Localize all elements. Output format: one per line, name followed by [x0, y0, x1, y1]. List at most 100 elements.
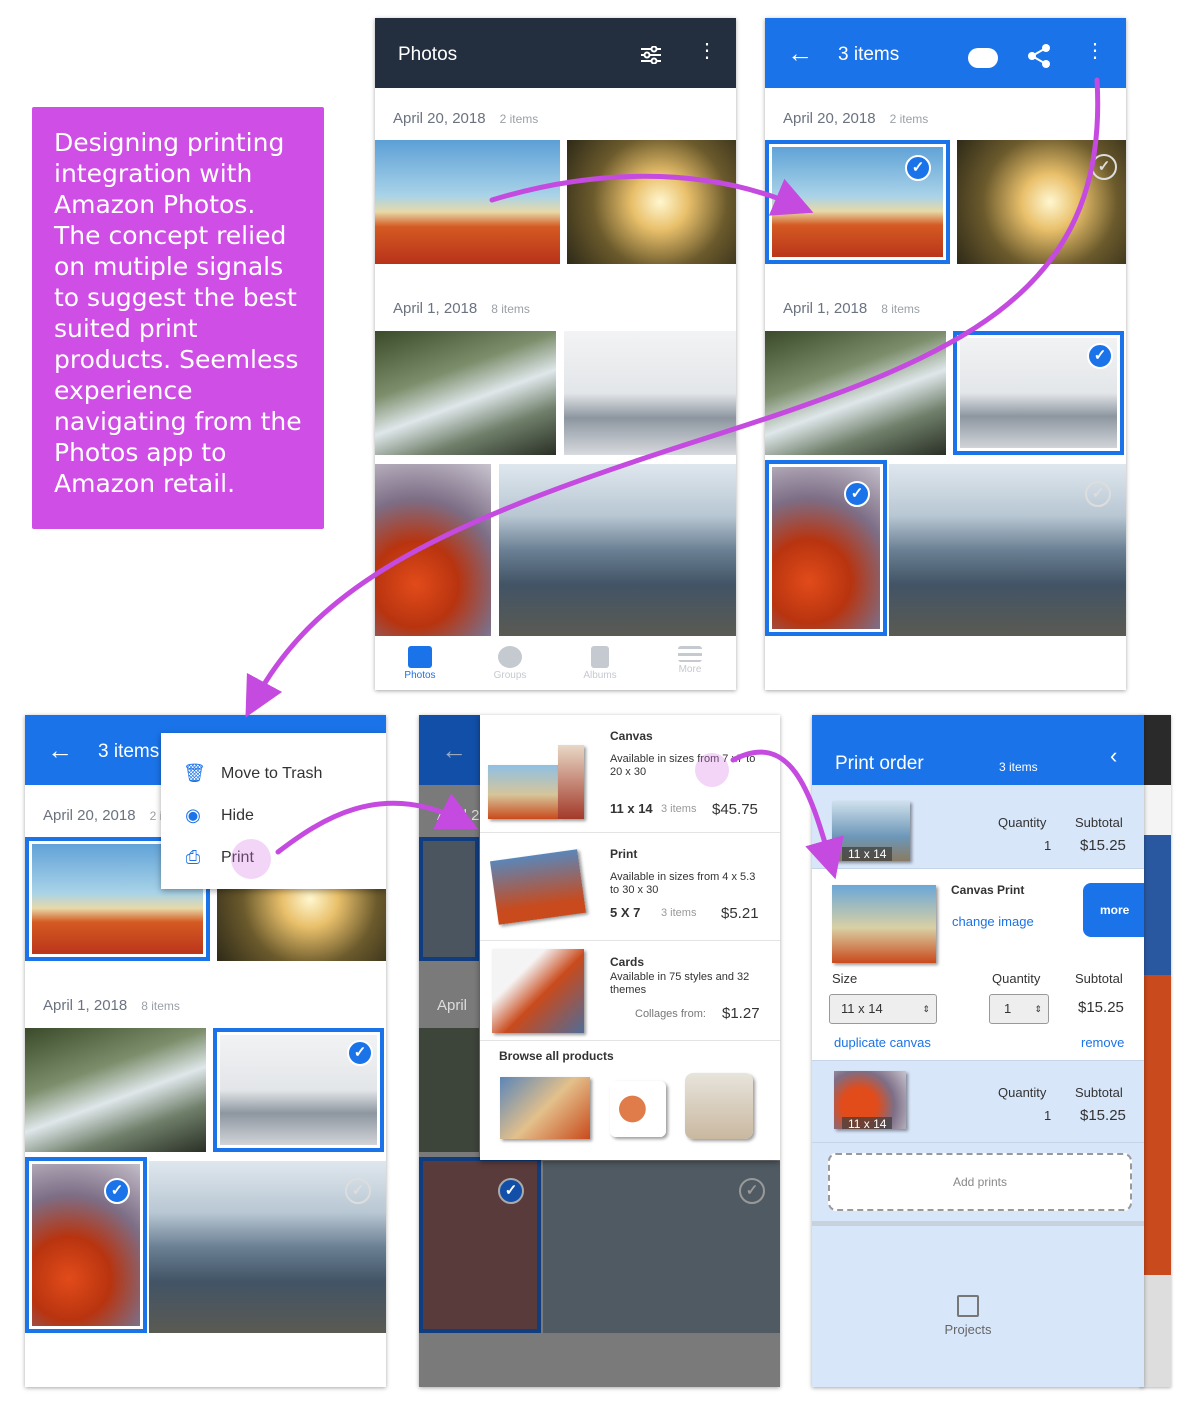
change-image-link[interactable]: change image: [952, 914, 1034, 929]
subtotal-label: Subtotal: [1075, 815, 1123, 830]
back-arrow-icon[interactable]: ←: [787, 38, 813, 69]
photo-waterfall[interactable]: [375, 331, 556, 455]
photo-marigold[interactable]: [375, 464, 491, 636]
nav-groups[interactable]: Groups: [465, 638, 555, 681]
product-size: 5 X 7: [610, 905, 641, 920]
product-canvas[interactable]: Canvas Available in sizes from 7 x7 to 2…: [480, 715, 780, 833]
nav-more[interactable]: More: [645, 638, 735, 675]
nav-albums[interactable]: Albums: [555, 638, 645, 681]
size-label: Size: [832, 971, 858, 986]
bottom-nav: Photos Groups Albums More: [375, 638, 736, 690]
filter-icon[interactable]: [641, 45, 661, 65]
photo-cliff-hikers[interactable]: ✓: [149, 1161, 386, 1333]
albums-icon: [591, 646, 609, 668]
caption-card: Designing printing integration with Amaz…: [32, 107, 324, 529]
more-button[interactable]: more: [1083, 883, 1144, 937]
menu-label: Move to Trash: [221, 765, 323, 782]
order-row-expanded: Canvas Print change image more Size 11 x…: [812, 869, 1144, 1061]
trash-icon: 🗑: [183, 763, 206, 783]
projects-label: Projects: [944, 1322, 992, 1337]
collapse-chevron-icon[interactable]: ‹: [1110, 743, 1117, 769]
photo-misty-mountain-selected[interactable]: ✓: [213, 1028, 384, 1152]
share-icon[interactable]: [1027, 44, 1051, 74]
subtotal-value: $15.25: [1078, 999, 1124, 1016]
overflow-menu-icon[interactable]: ⋮: [1085, 41, 1105, 61]
product-print[interactable]: Print Available in sizes from 4 x 5.3 to…: [480, 833, 780, 941]
product-title: Print: [610, 847, 638, 861]
nav-label: Groups: [493, 670, 527, 681]
group-date: April 1, 2018 8 items: [783, 300, 920, 317]
check-icon[interactable]: ✓: [844, 481, 870, 507]
quantity-select[interactable]: 1 ⇕: [989, 994, 1049, 1024]
caption-text: Designing printing integration with Amaz…: [54, 128, 302, 498]
duplicate-canvas-link[interactable]: duplicate canvas: [834, 1035, 931, 1050]
menu-item-print[interactable]: ⎙ Print: [161, 837, 386, 879]
subtotal-label: Subtotal: [1075, 971, 1123, 986]
remove-link[interactable]: remove: [1081, 1035, 1124, 1050]
canvas-thumbnail: [558, 745, 584, 819]
dimmed-photo: ✓: [543, 1161, 780, 1333]
mug-thumbnail[interactable]: [610, 1081, 666, 1137]
check-icon[interactable]: ✓: [345, 1178, 371, 1204]
product-size: 11 x 14: [610, 801, 653, 816]
check-icon: ✓: [739, 1178, 765, 1204]
product-cards[interactable]: Cards Available in 75 styles and 32 them…: [480, 941, 780, 1041]
size-tag: 11 x 14: [842, 1117, 893, 1129]
collage-from-label: Collages from:: [635, 1008, 706, 1020]
select-arrow-icon: ⇕: [922, 1004, 930, 1014]
nav-label: Albums: [583, 670, 617, 681]
group-date: April 1, 2018 8 items: [43, 997, 180, 1014]
group-date: April 1, 2018 8 items: [393, 300, 530, 317]
check-icon[interactable]: ✓: [1091, 154, 1117, 180]
printer-icon: ⎙: [185, 847, 201, 867]
selection-count: 3 items: [98, 741, 160, 762]
check-icon[interactable]: ✓: [905, 155, 931, 181]
overflow-menu-icon[interactable]: ⋮: [697, 41, 717, 61]
dimmed-date: April 2: [437, 807, 480, 824]
nav-label: More: [678, 664, 702, 675]
menu-item-move-to-trash[interactable]: 🗑 Move to Trash: [161, 753, 386, 795]
add-prints-label: Add prints: [952, 1175, 1008, 1189]
photo-marigold-selected[interactable]: ✓: [25, 1157, 147, 1333]
back-arrow-icon[interactable]: ←: [47, 735, 73, 766]
check-icon[interactable]: ✓: [347, 1040, 373, 1066]
size-select[interactable]: 11 x 14 ⇕: [829, 994, 937, 1024]
upload-cloud-icon[interactable]: [968, 48, 998, 68]
pillow-thumbnail[interactable]: [685, 1073, 753, 1139]
dimmed-date: April: [437, 997, 468, 1014]
nav-photos[interactable]: Photos: [375, 638, 465, 681]
photo-canyon[interactable]: [375, 140, 560, 264]
eye-off-icon: ◉: [185, 805, 201, 825]
product-screen: ← April 2 April ✓ ✓ Canvas Available in …: [419, 715, 780, 1387]
quantity-label: Quantity: [992, 971, 1041, 986]
photo-misty-mountain-selected[interactable]: ✓: [953, 331, 1124, 455]
print-order-screen: Print order 3 items ‹ 11 x 14 Quantity 1…: [812, 715, 1144, 1387]
edit-note-icon: [957, 1295, 979, 1317]
selection-screen: ← 3 items ⋮ April 20, 2018 2 items ✓ ✓ Ap…: [765, 18, 1126, 690]
photobook-thumbnail[interactable]: [500, 1077, 590, 1139]
print-thumbnail: [489, 849, 587, 925]
quantity-value: 1: [1044, 838, 1052, 853]
photo-waterfall[interactable]: [765, 331, 946, 455]
browse-all-products[interactable]: Browse all products: [480, 1041, 780, 1160]
projects-nav[interactable]: Projects: [932, 1295, 1004, 1339]
photo-cliff-hikers[interactable]: [499, 464, 736, 636]
order-row[interactable]: 11 x 14 Quantity 1 Subtotal $15.25: [812, 1061, 1144, 1143]
photo-waterfall[interactable]: [25, 1028, 206, 1152]
quantity-value: 1: [1004, 1001, 1012, 1016]
order-row[interactable]: 11 x 14 Quantity 1 Subtotal $15.25: [812, 785, 1144, 869]
product-count: 3 items: [661, 907, 697, 919]
photo-misty-mountain[interactable]: [564, 331, 736, 455]
menu-item-hide[interactable]: ◉ Hide: [161, 795, 386, 837]
order-thumbnail: 11 x 14: [834, 1071, 906, 1129]
photo-sunset-girl[interactable]: [567, 140, 736, 264]
photo-sunset-girl[interactable]: ✓: [957, 140, 1126, 264]
photo-canyon-selected[interactable]: ✓: [765, 140, 950, 264]
check-icon[interactable]: ✓: [1087, 343, 1113, 369]
photo-marigold-selected[interactable]: ✓: [765, 460, 887, 636]
check-icon[interactable]: ✓: [1085, 481, 1111, 507]
dimmed-photo: [419, 1028, 479, 1152]
check-icon[interactable]: ✓: [104, 1178, 130, 1204]
photo-cliff-hikers[interactable]: ✓: [889, 464, 1126, 636]
add-prints-button[interactable]: Add prints: [828, 1153, 1132, 1211]
